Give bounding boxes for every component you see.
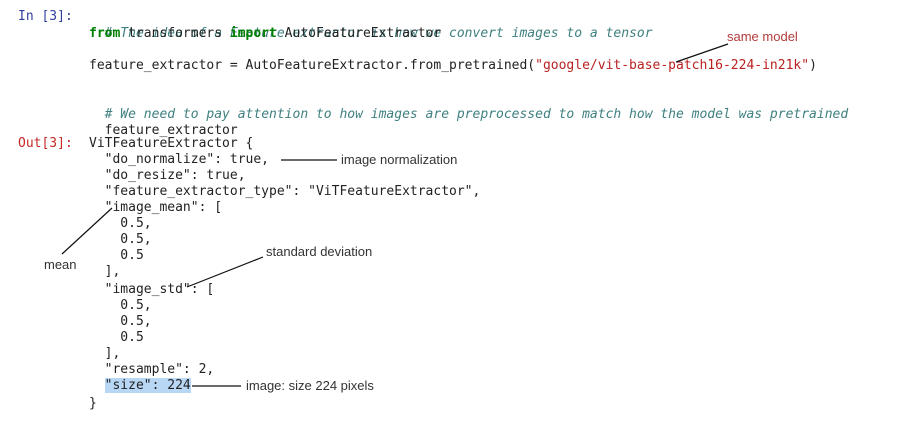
annotation-same-model: same model [727, 29, 798, 44]
annotation-mean: mean [44, 257, 77, 272]
std-pointer [186, 256, 264, 288]
annotation-image-size: image: size 224 pixels [246, 378, 374, 393]
annotation-standard-deviation: standard deviation [266, 244, 373, 259]
annotation-lines [61, 43, 729, 387]
same-model-pointer [675, 43, 729, 63]
mean-pointer [61, 207, 113, 255]
annotation-image-normalization: image normalization [341, 152, 458, 167]
